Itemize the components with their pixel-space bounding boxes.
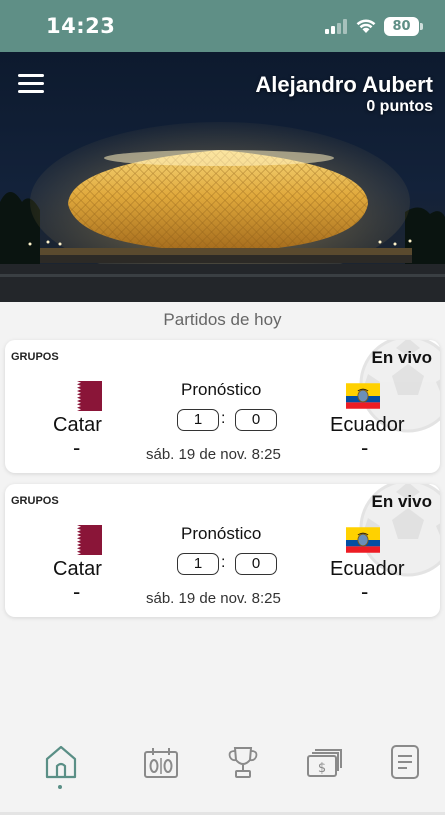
battery-indicator: 80 xyxy=(384,17,419,36)
calendar-scoreboard-icon[interactable] xyxy=(141,742,181,782)
user-points: 0 puntos xyxy=(366,98,433,115)
home-team-name: Catar xyxy=(53,414,102,436)
away-team-name: Ecuador xyxy=(330,414,405,436)
svg-text:$: $ xyxy=(318,761,326,776)
status-time: 14:23 xyxy=(46,14,116,38)
hamburger-menu-icon[interactable] xyxy=(18,74,44,94)
match-card[interactable]: GRUPOS En vivo Catar - Pronóstico 1 : 0 … xyxy=(5,484,440,617)
home-icon[interactable] xyxy=(41,742,81,782)
ecuador-flag-icon xyxy=(346,527,380,553)
group-label: GRUPOS xyxy=(11,495,59,507)
match-date: sáb. 19 de nov. 8:25 xyxy=(146,446,281,463)
prediction-away-input[interactable]: 0 xyxy=(235,409,277,431)
active-tab-indicator xyxy=(58,785,62,789)
bottom-navigation: $ xyxy=(0,728,445,815)
cellular-signal-icon xyxy=(325,18,349,34)
user-name: Alejandro Aubert xyxy=(255,72,433,97)
qatar-flag-icon xyxy=(68,381,102,411)
prediction-separator: : xyxy=(221,410,226,427)
prediction-separator: : xyxy=(221,554,226,571)
home-team-score: - xyxy=(73,579,81,604)
wifi-icon xyxy=(356,19,376,33)
qatar-flag-icon xyxy=(68,525,102,555)
live-status: En vivo xyxy=(371,348,432,367)
prediction-home-input[interactable]: 1 xyxy=(177,553,219,575)
prediction-label: Pronóstico xyxy=(181,524,262,543)
away-team-score: - xyxy=(361,579,369,604)
money-icon[interactable]: $ xyxy=(304,742,344,782)
prediction-label: Pronóstico xyxy=(181,380,262,399)
away-team-name: Ecuador xyxy=(330,558,405,580)
home-team-score: - xyxy=(73,435,81,460)
prediction-away-input[interactable]: 0 xyxy=(235,553,277,575)
prediction-home-input[interactable]: 1 xyxy=(177,409,219,431)
home-team-name: Catar xyxy=(53,558,102,580)
away-team-score: - xyxy=(361,435,369,460)
group-label: GRUPOS xyxy=(11,351,59,363)
match-date: sáb. 19 de nov. 8:25 xyxy=(146,590,281,607)
section-title: Partidos de hoy xyxy=(163,310,282,329)
trophy-icon[interactable] xyxy=(223,742,263,782)
status-bar: 14:23 80 xyxy=(0,0,445,52)
live-status: En vivo xyxy=(371,492,432,511)
match-card[interactable]: GRUPOS En vivo Catar - Pronóstico 1 : 0 … xyxy=(5,340,440,473)
ecuador-flag-icon xyxy=(346,383,380,409)
battery-tip xyxy=(420,23,423,30)
document-icon[interactable] xyxy=(385,742,425,782)
stadium-hero-image: Alejandro Aubert 0 puntos xyxy=(0,52,445,302)
